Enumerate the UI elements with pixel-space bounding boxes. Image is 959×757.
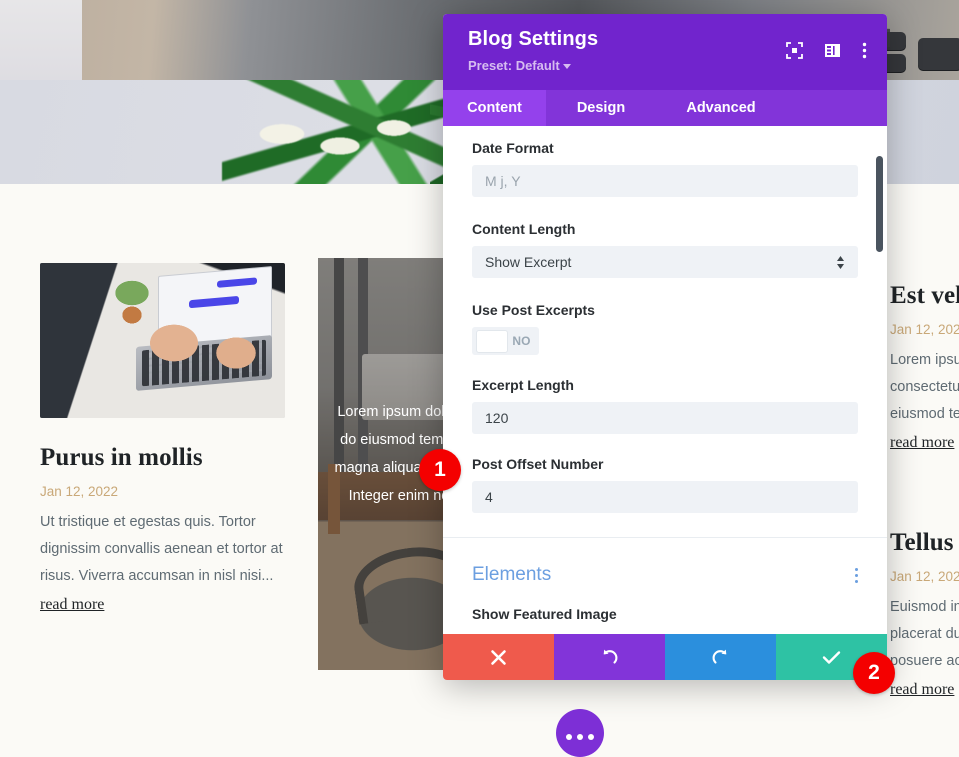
step-badge-2: 2 [853, 652, 895, 694]
blog-settings-modal: Blog Settings Preset: Default Content De… [443, 14, 887, 680]
read-more-link[interactable]: read more [890, 681, 954, 699]
use-post-excerpts-toggle[interactable]: NO [472, 327, 539, 355]
field-label: Content Length [472, 221, 576, 237]
post-excerpt: Lorem ipsum dolor sit amet, consectetur … [890, 352, 959, 422]
close-icon [490, 649, 507, 666]
more-vertical-icon[interactable] [855, 567, 858, 583]
modal-tabs: Content Design Advanced [443, 90, 887, 126]
field-post-offset-number: Post Offset Number 4 [443, 434, 887, 513]
post-date: Jan 12, 2022 [890, 322, 959, 337]
post-excerpt: Ut tristique et egestas quis. Tortor dig… [40, 514, 283, 584]
field-label: Show Featured Image [472, 606, 617, 622]
step-badge-1: 1 [419, 449, 461, 491]
undo-icon [600, 648, 619, 667]
field-show-featured-image: Show Featured Image YES [443, 586, 887, 624]
modal-body: Date Format M j, Y Content Length Show E… [443, 126, 887, 624]
field-content-length: Content Length Show Excerpt [443, 197, 887, 278]
post-featured-image[interactable] [40, 263, 285, 418]
toggle-knob [476, 329, 508, 353]
post-title[interactable]: Tellus [890, 529, 959, 557]
dot [588, 734, 594, 740]
redo-icon [711, 648, 730, 667]
content-length-select[interactable]: Show Excerpt [472, 246, 858, 278]
field-date-format: Date Format M j, Y [443, 126, 887, 197]
toggle-state: NO [512, 334, 531, 348]
field-label: Date Format [472, 140, 554, 156]
read-more-link[interactable]: read more [40, 596, 104, 614]
layout-panel-icon[interactable] [824, 42, 841, 59]
post-date: Jan 12, 2022 [890, 569, 959, 584]
read-more-link[interactable]: read more [890, 434, 954, 452]
focus-icon[interactable] [786, 42, 803, 59]
tab-content[interactable]: Content [443, 90, 546, 126]
cancel-button[interactable] [443, 634, 554, 680]
modal-action-bar [443, 634, 887, 680]
modal-scrollbar-thumb[interactable] [876, 156, 883, 252]
content-length-value: Show Excerpt [485, 254, 572, 270]
hand-right [208, 329, 270, 383]
more-options-fab[interactable] [556, 709, 604, 757]
chevron-down-icon [562, 64, 571, 70]
redo-button[interactable] [665, 634, 776, 680]
select-arrows-icon [836, 255, 845, 269]
modal-header-icons [786, 42, 867, 59]
post-title[interactable]: Est velit [890, 282, 959, 310]
date-format-input[interactable]: M j, Y [472, 165, 858, 197]
tab-design[interactable]: Design [546, 90, 656, 126]
field-label: Excerpt Length [472, 377, 574, 393]
section-title: Elements [472, 564, 552, 585]
more-vertical-icon[interactable] [862, 42, 867, 59]
check-icon [822, 650, 841, 665]
hand-left [144, 315, 216, 373]
excerpt-length-input[interactable]: 120 [472, 402, 858, 434]
blog-post-card[interactable]: Tellus Jan 12, 2022 Euismod in pellentes… [890, 529, 959, 699]
dot [577, 734, 583, 740]
post-date: Jan 12, 2022 [40, 484, 119, 499]
undo-button[interactable] [554, 634, 665, 680]
field-label: Post Offset Number [472, 456, 604, 472]
post-offset-number-input[interactable]: 4 [472, 481, 858, 513]
post-excerpt: Euismod in pellentesque massa placerat d… [890, 599, 959, 669]
blog-post-card[interactable]: Est velit Jan 12, 2022 Lorem ipsum dolor… [890, 282, 959, 452]
field-excerpt-length: Excerpt Length 120 [443, 355, 887, 434]
post-title[interactable]: Purus in mollis [40, 444, 285, 472]
field-label: Use Post Excerpts [472, 302, 595, 318]
tab-advanced[interactable]: Advanced [656, 90, 786, 126]
preset-label: Preset: Default [468, 58, 560, 73]
dot [566, 734, 572, 740]
preset-selector[interactable]: Preset: Default [468, 58, 865, 73]
modal-header: Blog Settings Preset: Default [443, 14, 887, 90]
blog-post-card[interactable]: Purus in mollis Jan 12, 2022 Ut tristiqu… [40, 263, 285, 614]
elements-section-header: Elements [443, 538, 887, 586]
field-use-post-excerpts: Use Post Excerpts NO [443, 278, 887, 355]
